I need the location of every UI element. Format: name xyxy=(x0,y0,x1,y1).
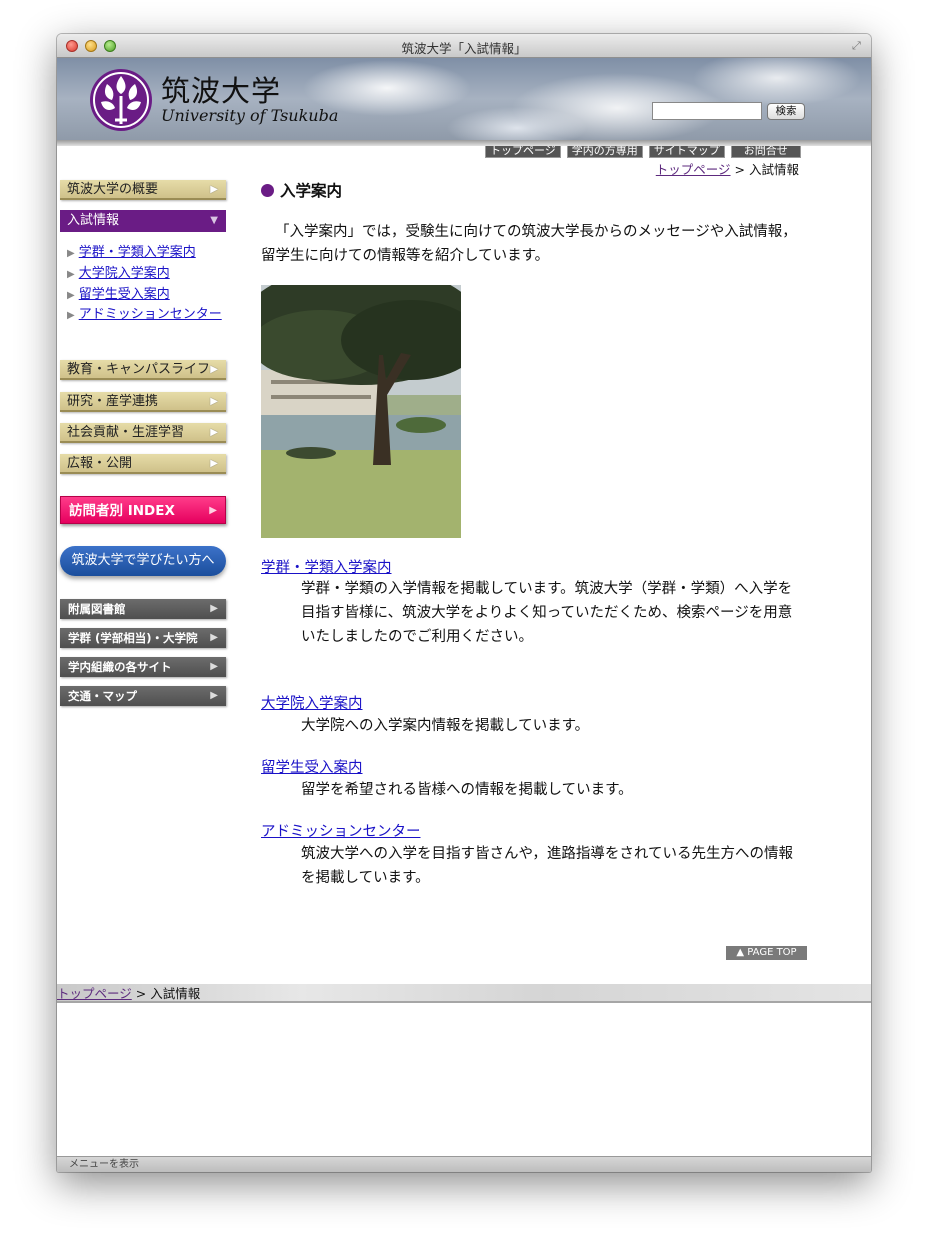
site-header: 筑波大学 University of Tsukuba 検索 トップページ 学内の… xyxy=(57,58,871,158)
sidebar-item-access-map[interactable]: 交通・マップ ▶ xyxy=(60,686,226,706)
window-title: 筑波大学「入試情報」 xyxy=(401,41,527,56)
sidebar-item-label: 教育・キャンパスライフ xyxy=(67,362,211,377)
search-button[interactable]: 検索 xyxy=(767,103,805,120)
fullscreen-icon[interactable]: ⤢ xyxy=(852,39,865,52)
sidebar-subitem: ▶ 留学生受入案内 xyxy=(67,283,170,302)
footer-current: 入試情報 xyxy=(150,986,201,1001)
sidebar-item-label: 筑波大学の概要 xyxy=(67,182,159,197)
logo-english-name: University of Tsukuba xyxy=(161,106,339,125)
sidebar-item-community[interactable]: 社会貢献・生涯学習 ▶ xyxy=(60,423,226,443)
sidebar-item-education[interactable]: 教育・キャンパスライフ ▶ xyxy=(60,360,226,380)
sidebar-item-label: 広報・公開 xyxy=(67,456,133,471)
entry-link-graduate[interactable]: 大学院入学案内 xyxy=(261,692,363,713)
footer-home-link[interactable]: トップページ xyxy=(57,986,132,1001)
triangle-right-icon: ▶ xyxy=(210,458,218,469)
search-input[interactable] xyxy=(652,102,762,120)
campus-tree-photo xyxy=(261,285,461,538)
intro-text: 「入学案内」では，受験生に向けての筑波大学長からのメッセージや入試情報，留学生に… xyxy=(261,224,797,264)
entry-link-international[interactable]: 留学生受入案内 xyxy=(261,756,363,777)
bullet-triangle-icon: ▶ xyxy=(67,310,75,321)
title-bar: 筑波大学「入試情報」 ⤢ xyxy=(57,34,871,58)
bullet-triangle-icon: ▶ xyxy=(67,269,75,280)
sidebar-item-label: 社会貢献・生涯学習 xyxy=(67,425,185,440)
university-crest-logo[interactable] xyxy=(87,66,155,132)
sidebar-item-organizations[interactable]: 学内組織の各サイト ▶ xyxy=(60,657,226,677)
triangle-right-icon: ▶ xyxy=(210,603,218,614)
logo-japanese-name: 筑波大学 xyxy=(161,74,282,108)
breadcrumb: トップページ > 入試情報 xyxy=(656,159,799,178)
entry-desc-international: 留学を希望される皆様への情報を掲載しています。 xyxy=(301,782,633,798)
sidebar-item-label: 交通・マップ xyxy=(68,689,137,703)
breadcrumb-home-link[interactable]: トップページ xyxy=(656,162,731,177)
triangle-right-icon: ▶ xyxy=(209,505,217,516)
entry-desc-undergrad: 学群・学類の入学情報を掲載しています。筑波大学（学群・学類）へ入学を目指す皆様に… xyxy=(301,581,793,645)
page-top-button[interactable]: ▲ PAGE TOP xyxy=(726,946,807,960)
sidebar-item-label: 学内組織の各サイト xyxy=(68,660,172,674)
visitor-index-button[interactable]: 訪問者別 INDEX ▶ xyxy=(60,496,226,524)
status-text[interactable]: メニューを表示 xyxy=(69,1159,139,1170)
bullet-dot-icon xyxy=(261,184,274,197)
sidebar-item-label: 入試情報 xyxy=(67,213,120,228)
sidebar-item-label: 学群 (学部相当)・大学院 xyxy=(68,631,198,645)
triangle-right-icon: ▶ xyxy=(210,184,218,195)
sidebar-sublink-admission-center[interactable]: アドミッションセンター xyxy=(79,307,222,322)
breadcrumb-current: 入試情報 xyxy=(748,162,799,177)
entry-link-admission-center[interactable]: アドミッションセンター xyxy=(261,820,421,841)
prospective-students-button[interactable]: 筑波大学で学びたい方へ xyxy=(60,546,226,576)
sidebar-item-label: 研究・産学連携 xyxy=(67,394,159,409)
page-title-text: 入学案内 xyxy=(280,182,343,200)
triangle-right-icon: ▶ xyxy=(210,690,218,701)
triangle-right-icon: ▶ xyxy=(210,661,218,672)
sidebar-item-faculties[interactable]: 学群 (学部相当)・大学院 ▶ xyxy=(60,628,226,648)
sidebar-item-publicity[interactable]: 広報・公開 ▶ xyxy=(60,454,226,474)
triangle-right-icon: ▶ xyxy=(210,364,218,375)
sidebar-item-label: 附属図書館 xyxy=(68,602,126,616)
page-title: 入学案内 xyxy=(261,179,342,201)
status-bar: メニューを表示 xyxy=(57,1156,871,1172)
breadcrumb-separator: > xyxy=(734,162,745,177)
footer-breadcrumb: トップページ > 入試情報 xyxy=(57,984,871,1003)
entry-desc-graduate: 大学院への入学案内情報を掲載しています。 xyxy=(301,718,590,734)
visitor-index-label: 訪問者別 INDEX xyxy=(69,503,175,519)
triangle-down-icon: ▼ xyxy=(210,215,218,226)
triangle-right-icon: ▶ xyxy=(210,427,218,438)
entry-link-undergrad[interactable]: 学群・学類入学案内 xyxy=(261,556,392,577)
triangle-right-icon: ▶ xyxy=(210,632,218,643)
sidebar-item-library[interactable]: 附属図書館 ▶ xyxy=(60,599,226,619)
entry-desc-admission-center: 筑波大学への入学を目指す皆さんや，進路指導をされている先生方への情報を掲載してい… xyxy=(301,846,793,886)
browser-window: 筑波大学「入試情報」 ⤢ 筑波大学 University of Tsukuba … xyxy=(57,34,871,1172)
triangle-right-icon: ▶ xyxy=(210,396,218,407)
sidebar-sublink-undergrad[interactable]: 学群・学類入学案内 xyxy=(79,245,196,260)
sidebar-sublink-international[interactable]: 留学生受入案内 xyxy=(79,287,170,302)
sidebar-subitem: ▶ アドミッションセンター xyxy=(67,304,232,326)
sidebar-sublink-graduate[interactable]: 大学院入学案内 xyxy=(79,266,170,281)
sidebar-subitem: ▶ 学群・学類入学案内 xyxy=(67,241,196,260)
sidebar-item-admission[interactable]: 入試情報 ▼ xyxy=(60,210,226,232)
header-divider xyxy=(57,140,871,146)
bullet-triangle-icon: ▶ xyxy=(67,248,75,259)
sidebar-item-research[interactable]: 研究・産学連携 ▶ xyxy=(60,392,226,412)
sidebar-item-about[interactable]: 筑波大学の概要 ▶ xyxy=(60,180,226,200)
bullet-triangle-icon: ▶ xyxy=(67,290,75,301)
footer-separator: > xyxy=(135,986,147,1001)
sidebar-subitem: ▶ 大学院入学案内 xyxy=(67,262,170,281)
